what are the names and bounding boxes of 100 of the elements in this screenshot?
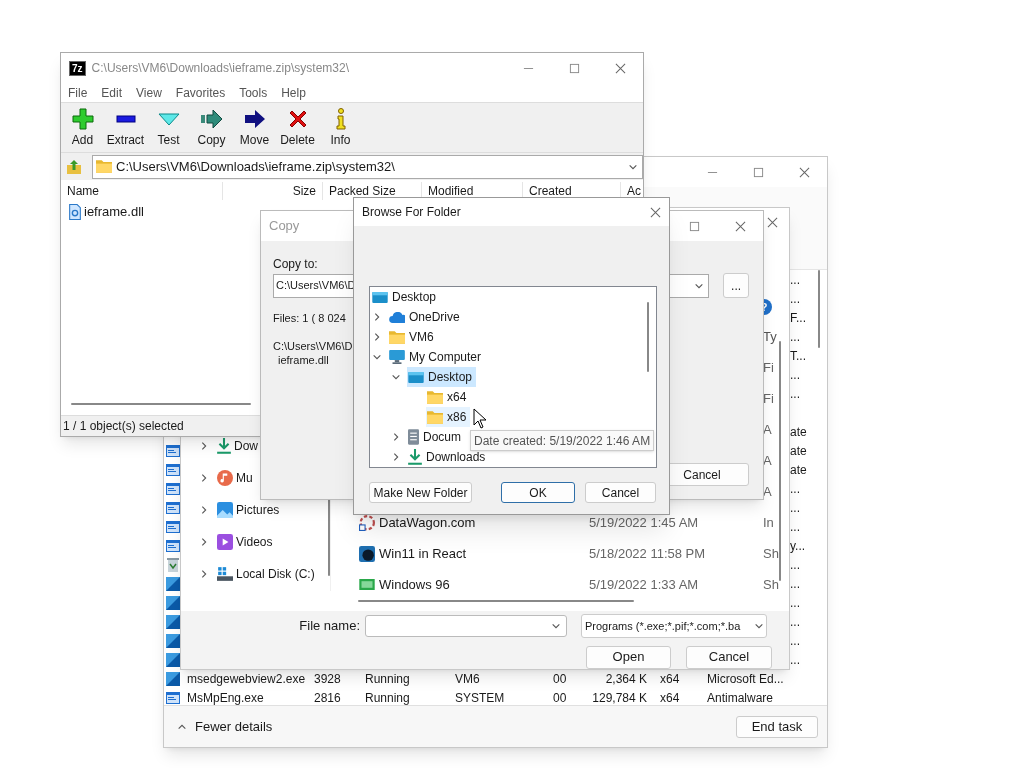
table-cell-text: 00: [553, 689, 568, 705]
table-cell-text: SYSTEM: [455, 689, 506, 705]
tree-item[interactable]: x64: [426, 387, 471, 407]
file-name[interactable]: Win11 in React: [379, 543, 589, 564]
file-name[interactable]: DataWagon.com: [379, 512, 589, 533]
nav-item[interactable]: Mu: [217, 469, 253, 487]
toolbar-button[interactable]: Extract: [104, 107, 147, 152]
tree-item[interactable]: OneDrive: [388, 307, 464, 327]
app-logo: 7z: [69, 60, 86, 76]
table-cell-text: In: [763, 513, 774, 532]
table-cell-text: A: [763, 420, 772, 439]
menu-item[interactable]: Edit: [101, 83, 123, 102]
table-cell-text: ate: [790, 461, 807, 479]
button[interactable]: ...: [723, 273, 749, 298]
tooltip: Date created: 5/19/2022 1:46 AM: [470, 430, 655, 451]
info-text: Files: 1 ( 8 024: [273, 311, 346, 326]
tree-item[interactable]: Docum: [407, 427, 465, 447]
table-cell-text: Fi: [763, 389, 774, 408]
button[interactable]: Cancel: [686, 645, 772, 669]
column-header[interactable]: Ty: [763, 326, 777, 347]
table-cell-text: y...: [790, 537, 806, 555]
table-cell-text: ate: [790, 423, 807, 441]
nav-item[interactable]: Dow: [217, 437, 258, 455]
table-cell-text: ...: [790, 499, 800, 517]
table-cell-text: ...: [790, 651, 800, 669]
column-header[interactable]: Size: [223, 182, 323, 200]
table-cell-text: ...: [790, 385, 800, 403]
table-cell-text: A: [763, 451, 772, 470]
fewer-details-button[interactable]: Fewer details: [177, 716, 273, 737]
nav-item[interactable]: Local Disk (C:): [217, 565, 315, 583]
toolbar-button[interactable]: Move: [233, 107, 276, 152]
menu-item[interactable]: Help: [281, 83, 306, 102]
table-cell-text: Running: [365, 670, 411, 688]
toolbar-button[interactable]: Test: [147, 107, 190, 152]
table-cell-text: ...: [790, 290, 800, 308]
file-name[interactable]: ieframe.dll: [84, 202, 144, 222]
toolbar-button[interactable]: Copy: [190, 107, 233, 152]
tree-item[interactable]: Desktop: [371, 287, 441, 307]
table-cell-text: ...: [790, 575, 800, 593]
file-type-dropdown[interactable]: Programs (*.exe;*.pif;*.com;*.ba: [581, 614, 767, 638]
table-cell-text: 5/18/2022 11:58 PM: [589, 544, 707, 563]
toolbar-button[interactable]: Info: [319, 107, 362, 152]
button[interactable]: Make New Folder: [369, 482, 472, 503]
table-cell-text: ...: [790, 594, 800, 612]
menu-item[interactable]: Tools: [239, 83, 268, 102]
field-label: Copy to:: [273, 256, 318, 273]
table-cell-text: 00: [553, 670, 568, 688]
toolbar-button[interactable]: Delete: [276, 107, 319, 152]
table-cell-text: x64: [659, 689, 681, 705]
tree-item[interactable]: VM6: [388, 327, 438, 347]
tree-item[interactable]: Desktop: [407, 367, 477, 387]
table-cell-text: ...: [790, 613, 800, 631]
table-cell-text: Microsoft Ed...: [707, 670, 784, 688]
tree-item[interactable]: x86: [426, 407, 471, 427]
nav-item[interactable]: Videos: [217, 533, 273, 551]
button[interactable]: Open: [586, 645, 671, 669]
button[interactable]: Cancel: [585, 482, 656, 503]
table-cell-text: 129,784 K: [591, 689, 647, 705]
file-name[interactable]: Windows 96: [379, 574, 589, 595]
table-cell-text: 3928: [314, 670, 342, 688]
window-title: Copy: [269, 217, 300, 236]
toolbar-button[interactable]: Add: [61, 107, 104, 152]
table-cell-text: ...: [790, 271, 800, 289]
table-cell-text: MsMpEng.exe: [187, 689, 265, 705]
button[interactable]: OK: [501, 482, 575, 503]
table-cell-text: ...: [790, 632, 800, 650]
table-cell-text: ...: [790, 328, 800, 346]
table-cell-text: ...: [790, 366, 800, 384]
table-cell-text: T...: [790, 347, 806, 365]
menu-item[interactable]: View: [136, 83, 162, 102]
tree-item[interactable]: My Computer: [388, 347, 486, 367]
table-cell-text: ...: [790, 518, 800, 536]
table-cell-text: 5/19/2022 1:45 AM: [589, 513, 700, 532]
info-text: C:\Users\VM6\D: [273, 338, 353, 353]
window-title: C:\Users\VM6\Downloads\ieframe.zip\system32\: [91, 60, 349, 77]
table-cell-text: ate: [790, 442, 807, 460]
info-text: ieframe.dll: [278, 352, 329, 367]
table-cell-text: 2816: [314, 689, 342, 705]
table-cell-text: Sh: [763, 544, 779, 563]
table-cell-text: Running: [365, 689, 411, 705]
menu-item[interactable]: Favorites: [175, 83, 226, 102]
table-cell-text: x64: [659, 670, 681, 688]
menu-item[interactable]: File: [68, 83, 88, 102]
table-cell-text: VM6: [455, 670, 481, 688]
table-cell-text: F...: [790, 309, 806, 327]
column-header[interactable]: Name: [61, 182, 223, 200]
table-cell-text: Sh: [763, 575, 779, 594]
table-cell-text: Fi: [763, 358, 774, 377]
table-cell-text: ...: [790, 480, 800, 498]
table-cell-text: 5/19/2022 1:33 AM: [589, 575, 700, 594]
table-cell-text: A: [763, 482, 772, 501]
field-label: File name:: [298, 617, 361, 636]
status-text: 1 / 1 object(s) selected: [63, 418, 184, 435]
address-field[interactable]: C:\Users\VM6\Downloads\ieframe.zip\system32\: [92, 154, 643, 179]
table-cell-text: msedgewebview2.exe: [187, 670, 307, 688]
table-cell-text: Antimalware: [707, 689, 774, 705]
table-cell-text: ...: [790, 556, 800, 574]
button[interactable]: End task: [736, 715, 818, 738]
nav-item[interactable]: Pictures: [217, 501, 280, 519]
window-title: Browse For Folder: [362, 204, 461, 221]
